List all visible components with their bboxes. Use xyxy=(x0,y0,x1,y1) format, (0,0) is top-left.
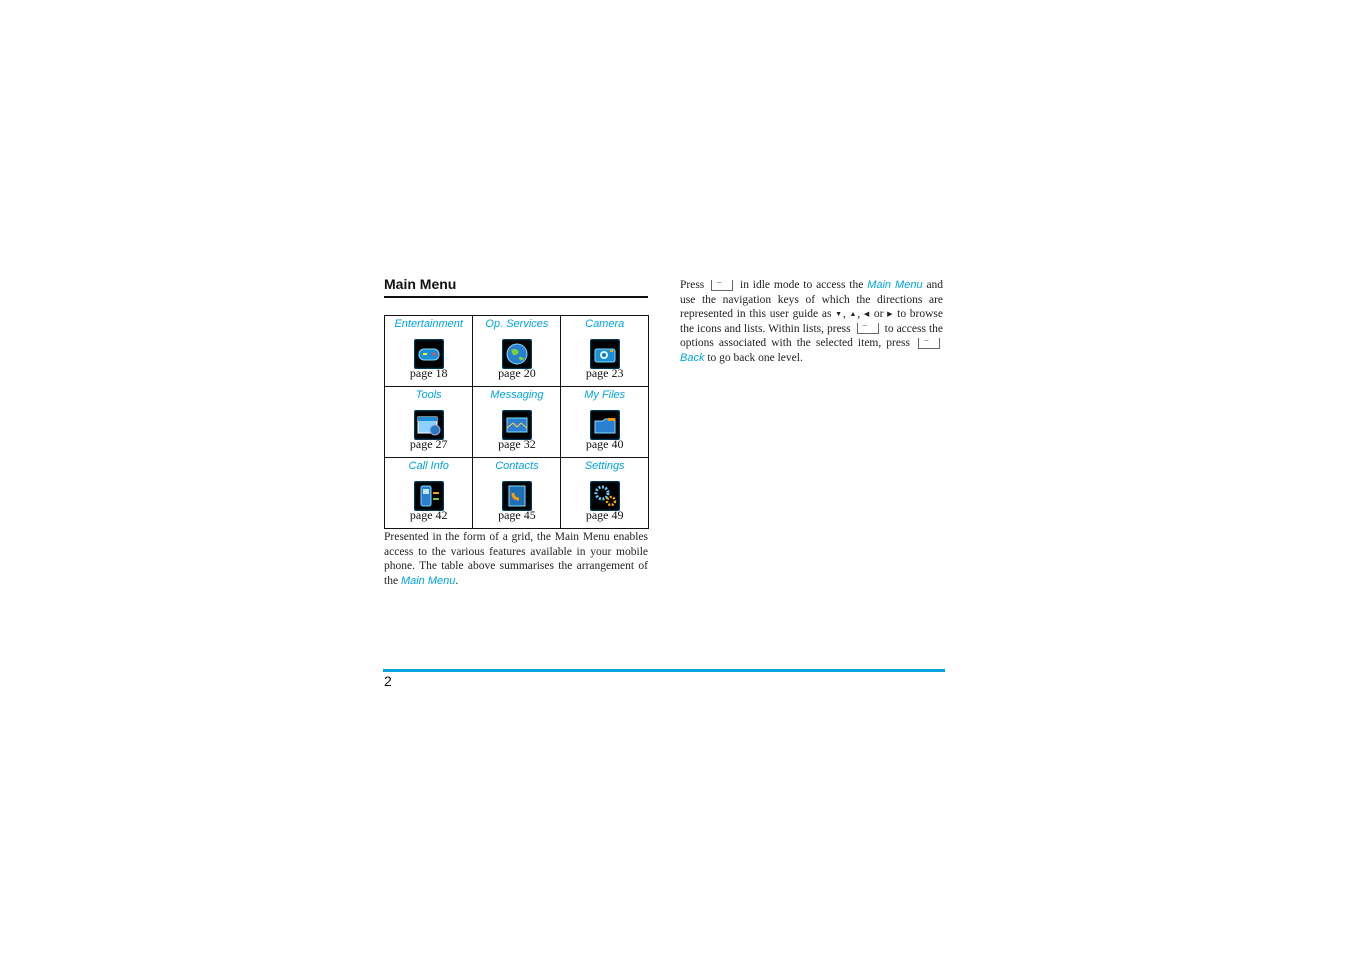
back-link[interactable]: Back xyxy=(680,352,704,364)
cell-title: Op. Services xyxy=(485,318,549,330)
down-arrow-icon: ▼ xyxy=(835,310,843,319)
grid-cell-messaging: Messaging page 32 xyxy=(472,386,562,458)
page-number: 2 xyxy=(384,673,392,689)
envelope-icon xyxy=(501,410,532,440)
left-softkey-icon xyxy=(711,275,734,291)
grid-cell-tools: Tools page 27 xyxy=(383,386,474,458)
gears-icon xyxy=(589,481,620,511)
cell-title: Tools xyxy=(415,389,442,401)
footer-rule xyxy=(383,669,945,672)
cell-title: Camera xyxy=(585,318,625,330)
left-softkey-icon xyxy=(856,318,879,335)
cell-title: Call Info xyxy=(408,460,449,472)
grid-cell-call-info: Call Info page 42 xyxy=(383,457,474,529)
text: to go back one level. xyxy=(707,351,803,364)
main-menu-link[interactable]: Main Menu xyxy=(401,575,455,587)
gamepad-icon xyxy=(413,339,444,369)
intro-paragraph: Presented in the form of a grid, the Mai… xyxy=(384,530,648,588)
right-arrow-icon: ▶ xyxy=(887,310,894,319)
grid-cell-my-files: My Files page 40 xyxy=(560,386,649,458)
contacts-book-icon xyxy=(501,481,532,511)
main-menu-grid: Entertainment page 18 Op. Services page … xyxy=(383,315,649,529)
cell-title: Contacts xyxy=(495,460,539,472)
grid-cell-op-services: Op. Services page 20 xyxy=(472,315,562,387)
text: Press xyxy=(680,279,705,291)
phone-call-icon xyxy=(413,481,444,511)
right-softkey-icon xyxy=(918,333,940,349)
main-menu-link[interactable]: Main Menu xyxy=(867,279,922,291)
up-arrow-icon: ▲ xyxy=(849,310,858,319)
left-arrow-icon: ◀ xyxy=(863,310,871,319)
grid-cell-entertainment: Entertainment page 18 xyxy=(383,315,474,387)
text: in idle mode to access the xyxy=(740,279,864,291)
cell-title: Messaging xyxy=(490,389,544,401)
cell-title: Entertainment xyxy=(394,318,463,330)
section-heading: Main Menu xyxy=(384,276,648,298)
calendar-tools-icon xyxy=(413,410,444,440)
grid-cell-settings: Settings page 49 xyxy=(560,457,649,529)
paragraph-end: . xyxy=(455,574,459,587)
folder-icon xyxy=(589,410,620,440)
grid-cell-contacts: Contacts page 45 xyxy=(472,457,562,529)
camera-icon xyxy=(589,339,620,369)
cell-title: My Files xyxy=(584,389,626,401)
instructions-paragraph: Press in idle mode to access the Main Me… xyxy=(680,275,943,365)
cell-title: Settings xyxy=(584,460,625,472)
text: or xyxy=(873,308,884,320)
globe-icon xyxy=(501,339,532,369)
grid-cell-camera: Camera page 23 xyxy=(560,315,649,387)
